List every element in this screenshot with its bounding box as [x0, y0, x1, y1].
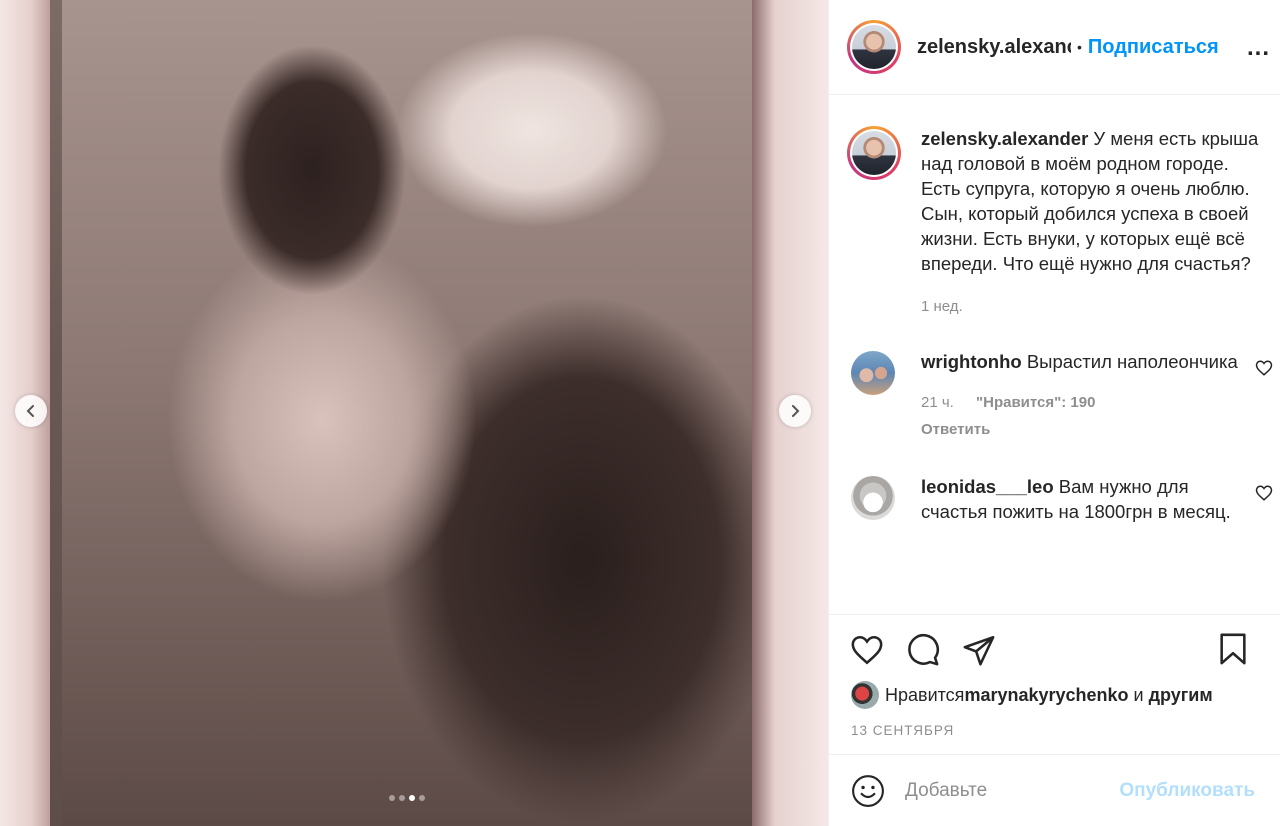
comment-username[interactable]: wrightonho: [921, 351, 1022, 372]
separator-dot: •: [1077, 39, 1082, 55]
caption-text: У меня есть крыша над головой в моём род…: [921, 128, 1259, 274]
comment-item: leonidas___leo Вам нужно для счастья пож…: [829, 474, 1280, 524]
heart-icon[interactable]: [1255, 359, 1273, 377]
comments-section[interactable]: zelensky.alexander У меня есть крыша над…: [829, 96, 1280, 614]
likes-summary: Нравится marynakyrychenko и другим: [829, 681, 1280, 709]
commenter-avatar[interactable]: [851, 476, 895, 520]
caption-time[interactable]: 1 нед.: [921, 294, 1267, 319]
comment-text: Вырастил наполеончика: [1021, 351, 1238, 372]
caption-username[interactable]: zelensky.alexander: [921, 128, 1088, 149]
heart-icon: [851, 635, 883, 665]
avatar-image: [852, 131, 896, 175]
likes-others-link[interactable]: другим: [1149, 685, 1213, 706]
liker-username[interactable]: marynakyrychenko: [964, 685, 1128, 706]
add-comment-bar: Добавьте Опубликовать: [829, 754, 1280, 826]
carousel-dot: [389, 795, 395, 801]
carousel-dot-active: [409, 795, 415, 801]
comment-icon: [908, 634, 940, 666]
post-actions: Нравится marynakyrychenko и другим 13 се…: [829, 614, 1280, 738]
vintage-photograph: [62, 0, 752, 826]
publish-button[interactable]: Опубликовать: [1119, 780, 1255, 802]
comment-button[interactable]: [905, 632, 941, 668]
chevron-right-icon: [792, 405, 800, 417]
carousel-prev-button[interactable]: [15, 395, 47, 427]
comment-likes[interactable]: "Нравится": 190: [976, 394, 1095, 411]
comment-username[interactable]: leonidas___leo: [921, 476, 1054, 497]
commenter-avatar[interactable]: [851, 351, 895, 395]
author-avatar[interactable]: [847, 20, 901, 74]
post-image[interactable]: [0, 0, 828, 826]
post-header: zelensky.alexanc • Подписаться ...: [829, 0, 1280, 95]
post-side-panel: zelensky.alexanc • Подписаться ... zelen…: [828, 0, 1280, 826]
liker-avatar[interactable]: [851, 681, 879, 709]
bookmark-icon: [1220, 633, 1246, 665]
carousel-indicator: [389, 795, 425, 801]
carousel-dot: [399, 795, 405, 801]
likes-middle: и: [1128, 684, 1149, 705]
likes-prefix: Нравится: [885, 684, 965, 705]
comment-item: wrightonho Вырастил наполеончика 21 ч. "…: [829, 349, 1280, 442]
save-button[interactable]: [1215, 631, 1251, 667]
carousel-dot: [419, 795, 425, 801]
more-options-icon[interactable]: ...: [1247, 34, 1270, 62]
share-icon: [963, 635, 995, 666]
like-button[interactable]: [849, 632, 885, 668]
emoji-icon[interactable]: [851, 774, 885, 808]
caption-avatar[interactable]: [847, 126, 901, 180]
comment-time[interactable]: 21 ч.: [921, 394, 954, 411]
share-button[interactable]: [961, 632, 997, 668]
comment-input[interactable]: Добавьте: [905, 780, 1119, 802]
post-date[interactable]: 13 сентября: [829, 723, 1280, 738]
follow-button[interactable]: Подписаться: [1088, 36, 1219, 59]
chevron-left-icon: [26, 405, 34, 417]
avatar-image: [852, 25, 896, 69]
author-username[interactable]: zelensky.alexanc: [917, 36, 1071, 59]
post-caption: zelensky.alexander У меня есть крыша над…: [829, 96, 1280, 319]
carousel-next-button[interactable]: [779, 395, 811, 427]
heart-icon[interactable]: [1255, 484, 1273, 502]
reply-button[interactable]: Ответить: [921, 417, 1251, 442]
